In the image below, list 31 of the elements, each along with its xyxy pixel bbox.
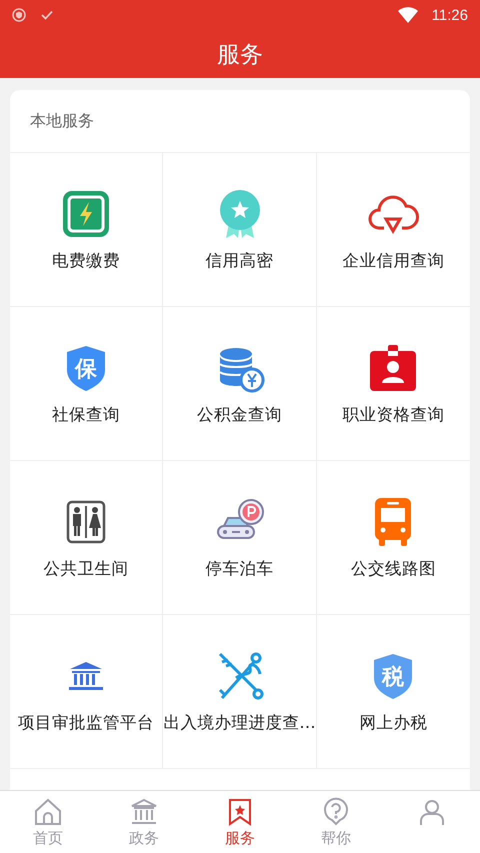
shield-icon <box>12 8 26 22</box>
service-tile[interactable]: 公积金查询 <box>163 307 317 461</box>
check-icon <box>40 8 54 22</box>
service-tile[interactable]: 停车泊车 <box>163 461 317 615</box>
service-label: 停车泊车 <box>206 558 274 580</box>
service-tile[interactable]: 保 社保查询 <box>10 307 164 461</box>
nav-tab[interactable]: 服务 <box>192 791 288 853</box>
clock-time: 11:26 <box>432 6 468 24</box>
service-label: 信用高密 <box>206 250 274 272</box>
service-tile[interactable]: 信用高密 <box>163 153 317 307</box>
service-label: 社保查询 <box>52 404 120 426</box>
wifi-icon <box>398 7 418 23</box>
service-label: 项目审批监管平台 <box>18 712 154 734</box>
service-tile[interactable]: 电费缴费 <box>10 153 164 307</box>
service-label: 网上办税 <box>359 712 428 734</box>
service-label: 公共卫生间 <box>44 558 129 580</box>
building-icon <box>129 796 159 826</box>
service-label: 职业资格查询 <box>342 404 444 426</box>
person-icon <box>417 797 447 827</box>
service-label: 公积金查询 <box>197 404 282 426</box>
home-icon <box>33 796 63 826</box>
service-tile[interactable]: 出入境办理进度查… <box>163 615 317 769</box>
service-label: 公交线路图 <box>350 558 436 580</box>
section-title: 本地服务 <box>30 110 94 132</box>
service-tile[interactable]: 项目审批监管平台 <box>10 615 164 769</box>
service-label: 出入境办理进度查… <box>163 712 316 734</box>
service-tile[interactable]: 公共卫生间 <box>10 461 164 615</box>
help-icon <box>321 796 351 826</box>
service-label: 电费缴费 <box>52 250 120 272</box>
page-title: 服务 <box>217 40 263 70</box>
service-label: 企业信用查询 <box>342 250 444 272</box>
